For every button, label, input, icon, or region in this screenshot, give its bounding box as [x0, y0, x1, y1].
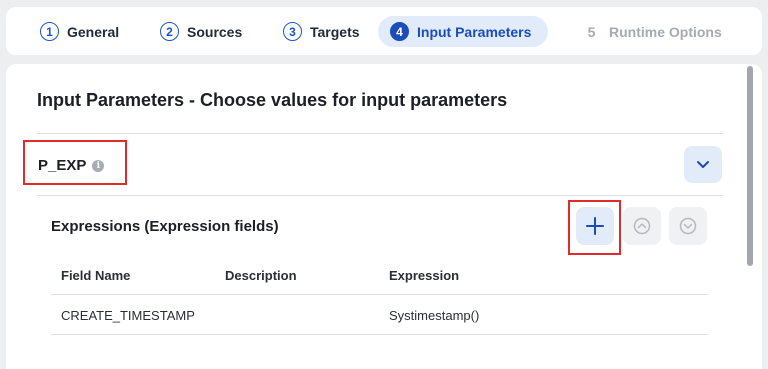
arrow-down-circle-icon [679, 217, 697, 235]
column-header-expression[interactable]: Expression [389, 268, 459, 283]
parameter-collapse-button[interactable] [684, 146, 722, 183]
step-label: Runtime Options [609, 23, 722, 40]
move-down-button[interactable] [669, 207, 707, 245]
step-label: Input Parameters [417, 23, 532, 40]
step-targets[interactable]: 3 Targets [271, 16, 372, 47]
column-header-description[interactable]: Description [225, 268, 297, 283]
step-label: General [67, 23, 120, 40]
parameter-divider [37, 195, 723, 196]
step-label: Targets [310, 23, 360, 40]
column-header-field-name[interactable]: Field Name [61, 268, 130, 283]
chevron-down-icon [697, 160, 709, 168]
table-row-divider [51, 334, 708, 335]
arrow-up-circle-icon [633, 217, 651, 235]
step-number: 1 [40, 22, 59, 41]
input-parameters-panel: Input Parameters - Choose values for inp… [6, 64, 762, 369]
step-input-parameters[interactable]: 4 Input Parameters [378, 16, 548, 47]
step-sources[interactable]: 2 Sources [148, 16, 254, 47]
step-number: 2 [160, 22, 179, 41]
title-divider [37, 133, 723, 134]
table-header-divider [51, 294, 708, 295]
wizard-stepper: 1 General 2 Sources 3 Targets 4 Input Pa… [6, 7, 762, 55]
vertical-scrollbar[interactable] [747, 66, 753, 266]
step-general[interactable]: 1 General [28, 16, 131, 47]
highlight-box-add [568, 200, 621, 255]
step-label: Sources [187, 23, 243, 40]
highlight-box-parameter [23, 140, 127, 185]
cell-expression: Systimestamp() [389, 308, 480, 323]
move-up-button[interactable] [623, 207, 661, 245]
step-runtime-options: 5 Runtime Options [570, 16, 734, 47]
page-title: Input Parameters - Choose values for inp… [37, 90, 508, 110]
expressions-section-title: Expressions (Expression fields) [51, 218, 279, 235]
step-number: 4 [390, 22, 409, 41]
cell-field-name: CREATE_TIMESTAMP [61, 308, 195, 323]
step-number: 3 [283, 22, 302, 41]
step-number: 5 [587, 23, 596, 40]
